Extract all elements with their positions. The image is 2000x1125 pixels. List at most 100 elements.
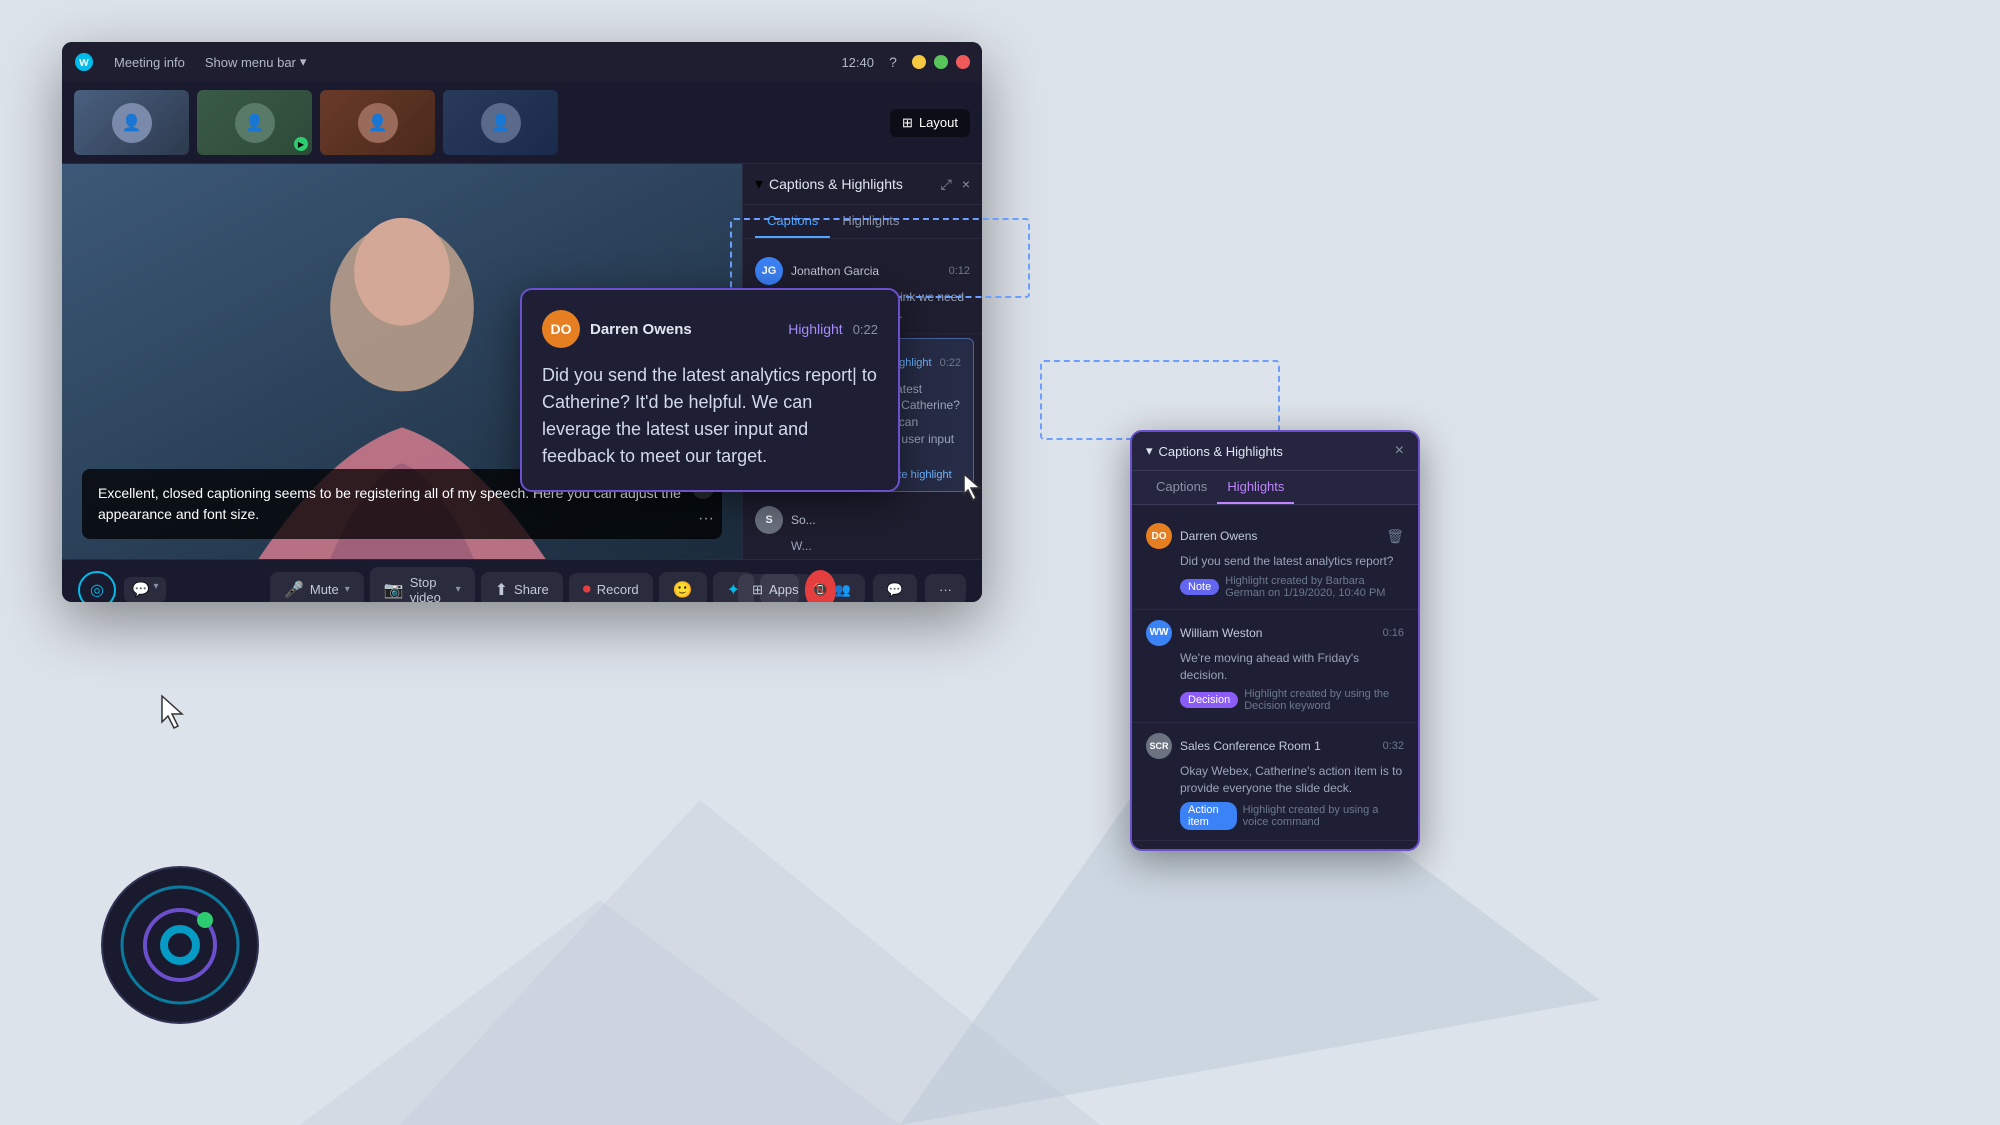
end-call-icon: 📵 xyxy=(812,582,828,598)
svg-text:W: W xyxy=(79,58,89,69)
hi-delete-1[interactable]: 🗑 xyxy=(1386,528,1404,545)
meeting-info-button[interactable]: Meeting info xyxy=(106,52,193,73)
participant-thumb-4[interactable]: 👤 xyxy=(443,90,558,155)
message-header-1: JG Jonathon Garcia 0:12 xyxy=(755,257,970,285)
mic-active-button[interactable]: ◎ xyxy=(78,571,116,603)
webex-logo-icon: W xyxy=(74,52,94,72)
hi-tag-desc-2: Highlight created by using the Decision … xyxy=(1244,688,1404,712)
time-2: 0:22 xyxy=(940,357,961,369)
participants-icon: 👥 xyxy=(835,582,851,598)
titlebar-right: 12:40 ? xyxy=(841,53,970,71)
meeting-time: 12:40 xyxy=(841,55,874,70)
titlebar-left: W Meeting info Show menu bar ▾ xyxy=(74,52,306,73)
expand-icon[interactable]: ⤢ xyxy=(941,176,952,193)
tab-highlights[interactable]: Highlights xyxy=(830,205,911,238)
hi-sender-3: Sales Conference Room 1 xyxy=(1180,739,1375,753)
message-text-3: W... xyxy=(791,538,970,555)
hi-avatar-2: WW xyxy=(1146,620,1172,646)
second-panel-close-icon[interactable]: × xyxy=(1395,442,1404,460)
toolbar-left: ◎ 💬 ▾ xyxy=(78,571,166,603)
sender-1: Jonathon Garcia xyxy=(791,264,941,278)
reaction-button[interactable]: 🙂 xyxy=(659,572,707,603)
hi-tag-row-2: Decision Highlight created by using the … xyxy=(1180,688,1404,712)
chat-button[interactable]: 💬 xyxy=(873,574,917,603)
time-1: 0:12 xyxy=(949,265,970,277)
popup-text: Did you send the latest analytics report… xyxy=(542,362,878,470)
hi-text-3: Okay Webex, Catherine's action item is t… xyxy=(1180,763,1404,797)
message-item-3: S So... W... xyxy=(743,496,982,559)
mute-button[interactable]: 🎤 Mute ▾ xyxy=(270,572,364,603)
hi-tag-desc-1: Highlight created by Barbara German on 1… xyxy=(1225,575,1404,599)
highlight-item-3: SCR Sales Conference Room 1 0:32 Okay We… xyxy=(1132,723,1418,841)
popup-avatar: DO xyxy=(542,310,580,348)
highlight-item-2: WW William Weston 0:16 We're moving ahea… xyxy=(1132,610,1418,724)
maximize-button[interactable] xyxy=(934,55,948,69)
participant-thumb-3[interactable]: 👤 xyxy=(320,90,435,155)
avatar-3: S xyxy=(755,506,783,534)
hi-time-3: 0:32 xyxy=(1383,740,1404,752)
toolbar-center: 🎤 Mute ▾ 📷 Stop video ▾ ⬆ Share ⏺ Record… xyxy=(270,567,836,603)
more-button[interactable]: ... xyxy=(760,574,799,602)
chat-toggle[interactable]: 💬 ▾ xyxy=(124,577,166,602)
hi-tag-row-3: Action item Highlight created by using a… xyxy=(1180,802,1404,830)
panel-title-group: ▾ Captions & Highlights xyxy=(755,174,903,194)
hi-tag-row-1: Note Highlight created by Barbara German… xyxy=(1180,575,1404,599)
hi-avatar-1: DO xyxy=(1146,523,1172,549)
highlight-popup-header: DO Darren Owens Highlight 0:22 xyxy=(542,310,878,348)
participant-thumb-1[interactable]: 👤 xyxy=(74,90,189,155)
chat-icon: 💬 xyxy=(887,582,903,598)
hi-tag-desc-3: Highlight created by using a voice comma… xyxy=(1243,804,1404,828)
share-button[interactable]: ⬆ Share xyxy=(481,572,563,603)
help-icon[interactable]: ? xyxy=(884,53,902,71)
toolbar: ◎ 💬 ▾ 🎤 Mute ▾ 📷 Stop video ▾ ⬆ Share xyxy=(62,559,982,602)
popup-time: 0:22 xyxy=(853,322,878,337)
second-tab-captions[interactable]: Captions xyxy=(1146,471,1217,504)
video-icon: 📷 xyxy=(384,580,404,600)
webex-ai-icon xyxy=(100,865,260,1025)
close-button[interactable] xyxy=(956,55,970,69)
popup-sender: Darren Owens xyxy=(590,321,778,338)
video-chevron-icon: ▾ xyxy=(456,584,461,595)
hi-sender-1: Darren Owens xyxy=(1180,529,1378,543)
record-button[interactable]: ⏺ Record xyxy=(569,573,653,603)
tab-captions[interactable]: Captions xyxy=(755,205,830,238)
mic-icon: 🎤 xyxy=(284,580,304,600)
second-panel: ▾ Captions & Highlights × Captions Highl… xyxy=(1130,430,1420,851)
participants-bar: 👤 👤 ▶ 👤 👤 ⊞ Layout xyxy=(62,82,982,164)
highlight-popup: DO Darren Owens Highlight 0:22 Did you s… xyxy=(520,288,900,492)
second-panel-content: DO Darren Owens 🗑 Did you send the lates… xyxy=(1132,505,1418,849)
second-panel-tabs: Captions Highlights xyxy=(1132,471,1418,505)
end-call-button[interactable]: 📵 xyxy=(805,570,836,603)
popup-highlight-tag: Highlight xyxy=(788,321,842,337)
titlebar: W Meeting info Show menu bar ▾ 12:40 ? xyxy=(62,42,982,82)
layout-button[interactable]: ⊞ Layout xyxy=(890,109,970,137)
highlight-item-header-1: DO Darren Owens 🗑 xyxy=(1146,523,1404,549)
minimize-button[interactable] xyxy=(912,55,926,69)
sender-3: So... xyxy=(791,513,970,527)
hi-tag-note-1: Note xyxy=(1180,579,1219,595)
second-panel-header: ▾ Captions & Highlights × xyxy=(1132,432,1418,471)
ai-button[interactable]: ✦ xyxy=(713,572,754,603)
toolbar-more-button[interactable]: ··· xyxy=(925,574,966,602)
message-header-3: S So... xyxy=(755,506,970,534)
highlight-item-header-2: WW William Weston 0:16 xyxy=(1146,620,1404,646)
reaction-icon: 🙂 xyxy=(673,580,693,600)
window-controls xyxy=(912,55,970,69)
panel-title: Captions & Highlights xyxy=(769,176,903,192)
mute-chevron-icon: ▾ xyxy=(345,584,350,595)
panel-header-icons: ⤢ × xyxy=(941,176,970,193)
hi-sender-2: William Weston xyxy=(1180,626,1375,640)
hi-time-2: 0:16 xyxy=(1383,627,1404,639)
panel-close-icon[interactable]: × xyxy=(962,176,970,193)
participant-thumb-2[interactable]: 👤 ▶ xyxy=(197,90,312,155)
second-panel-title: ▾ Captions & Highlights xyxy=(1146,443,1283,459)
stop-video-button[interactable]: 📷 Stop video ▾ xyxy=(370,567,475,603)
caption-more-button[interactable]: ··· xyxy=(698,507,714,531)
second-tab-highlights[interactable]: Highlights xyxy=(1217,471,1294,504)
panel-header: ▾ Captions & Highlights ⤢ × xyxy=(743,164,982,205)
avatar-1: JG xyxy=(755,257,783,285)
highlight-item-header-3: SCR Sales Conference Room 1 0:32 xyxy=(1146,733,1404,759)
share-icon: ⬆ xyxy=(495,580,508,600)
show-menubar-button[interactable]: Show menu bar ▾ xyxy=(205,54,307,70)
hi-text-1: Did you send the latest analytics report… xyxy=(1180,553,1404,570)
